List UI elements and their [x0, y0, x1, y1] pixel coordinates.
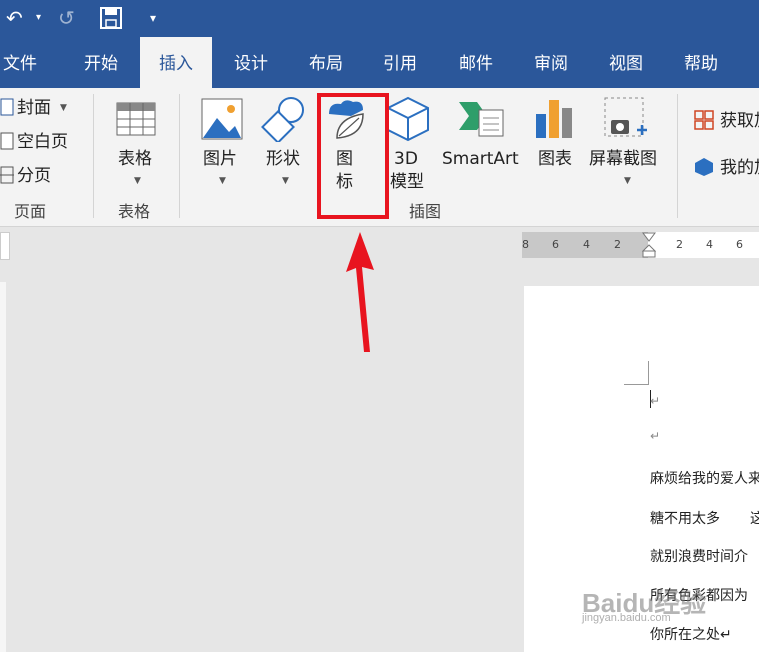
- doc-line: 麻烦给我的爱人来: [650, 471, 759, 487]
- ruler-tick: 6: [552, 238, 559, 251]
- smartart-icon[interactable]: [457, 100, 505, 138]
- chart-icon[interactable]: [534, 96, 574, 140]
- table-icon[interactable]: [116, 102, 156, 136]
- ribbon-tabs: 文件 开始 插入 设计 布局 引用 邮件 审阅 视图 帮助: [0, 37, 759, 88]
- tab-mailings[interactable]: 邮件: [450, 37, 502, 88]
- pages-group-label: 页面: [14, 202, 47, 221]
- tab-references[interactable]: 引用: [374, 37, 426, 88]
- get-addins-icon: [694, 110, 714, 130]
- page-break-icon: [0, 166, 14, 184]
- chart-button[interactable]: 图表: [538, 148, 572, 170]
- undo-dropdown-icon[interactable]: ▾: [36, 4, 41, 32]
- 3d-models-icon[interactable]: [386, 96, 430, 142]
- table-group-label: 表格: [118, 202, 151, 221]
- group-separator: [93, 94, 94, 218]
- picture-button[interactable]: 图片: [203, 148, 237, 170]
- illustrations-group-label: 插图: [409, 202, 442, 221]
- doc-line: 糖不用太多: [650, 511, 720, 527]
- tab-design[interactable]: 设计: [225, 37, 277, 88]
- shapes-button[interactable]: 形状: [266, 148, 300, 170]
- blank-page-icon: [0, 132, 14, 150]
- smartart-button[interactable]: SmartArt: [442, 148, 519, 170]
- picture-icon[interactable]: [201, 98, 243, 140]
- tab-help[interactable]: 帮助: [675, 37, 727, 88]
- ruler-tick: 6: [736, 238, 743, 251]
- undo-icon[interactable]: ↶: [6, 4, 23, 32]
- cover-page-button[interactable]: 封面: [17, 97, 51, 119]
- 3d-models-button[interactable]: 3D: [394, 148, 418, 170]
- paragraph-mark: ↵: [650, 394, 661, 408]
- paragraph-mark: ↵: [650, 429, 661, 443]
- chevron-down-icon: ▼: [624, 176, 631, 186]
- cover-page-icon: [0, 98, 14, 116]
- indent-marker-icon[interactable]: [642, 232, 656, 258]
- red-arrow-annotation: [346, 232, 374, 352]
- watermark-url: jingyan.baidu.com: [582, 612, 671, 624]
- ruler-tick: 2: [614, 238, 621, 251]
- tab-file[interactable]: 文件: [0, 37, 40, 88]
- tab-layout[interactable]: 布局: [300, 37, 352, 88]
- doc-line-fragment: 这: [750, 511, 759, 527]
- tab-home[interactable]: 开始: [75, 37, 127, 88]
- my-addins-button[interactable]: 我的加: [720, 157, 759, 179]
- ruler-tick: 4: [706, 238, 713, 251]
- 3d-models-button-line2[interactable]: 模型: [390, 171, 424, 193]
- ruler-tick: 8: [522, 238, 529, 251]
- tab-insert[interactable]: 插入: [140, 37, 212, 88]
- vertical-ruler: [0, 282, 6, 652]
- chevron-down-icon: ▼: [282, 176, 289, 186]
- group-separator: [677, 94, 678, 218]
- margin-corner-mark: [648, 361, 649, 385]
- doc-line: 就别浪费时间介: [650, 549, 748, 565]
- screenshot-button[interactable]: 屏幕截图: [589, 148, 657, 170]
- vertical-ruler-corner: [0, 232, 10, 260]
- group-separator: [179, 94, 180, 218]
- chevron-down-icon: ▼: [134, 176, 141, 186]
- get-addins-button[interactable]: 获取加: [720, 110, 759, 132]
- table-button[interactable]: 表格: [118, 148, 152, 170]
- chevron-down-icon: ▼: [219, 176, 226, 186]
- tab-view[interactable]: 视图: [600, 37, 652, 88]
- blank-page-button[interactable]: 空白页: [17, 131, 68, 153]
- margin-corner-mark: [624, 384, 649, 385]
- shapes-icon[interactable]: [261, 96, 307, 142]
- tab-review[interactable]: 审阅: [525, 37, 577, 88]
- icons-highlight-box: [317, 93, 389, 219]
- my-addins-icon: [695, 158, 713, 176]
- horizontal-ruler[interactable]: 8 6 4 2 2 4 6: [522, 232, 759, 258]
- screenshot-icon[interactable]: [603, 96, 649, 142]
- doc-line: 你所在之处↵: [650, 627, 732, 643]
- page-break-button[interactable]: 分页: [17, 165, 51, 187]
- title-bar: ↶ ▾ ↺ ▾: [0, 0, 759, 37]
- customize-toolbar-icon[interactable]: ▾: [150, 4, 156, 32]
- chevron-down-icon: ▼: [60, 103, 67, 113]
- redo-icon[interactable]: ↺: [58, 4, 75, 32]
- ruler-tick: 4: [583, 238, 590, 251]
- ruler-tick: 2: [676, 238, 683, 251]
- save-icon[interactable]: [100, 7, 122, 29]
